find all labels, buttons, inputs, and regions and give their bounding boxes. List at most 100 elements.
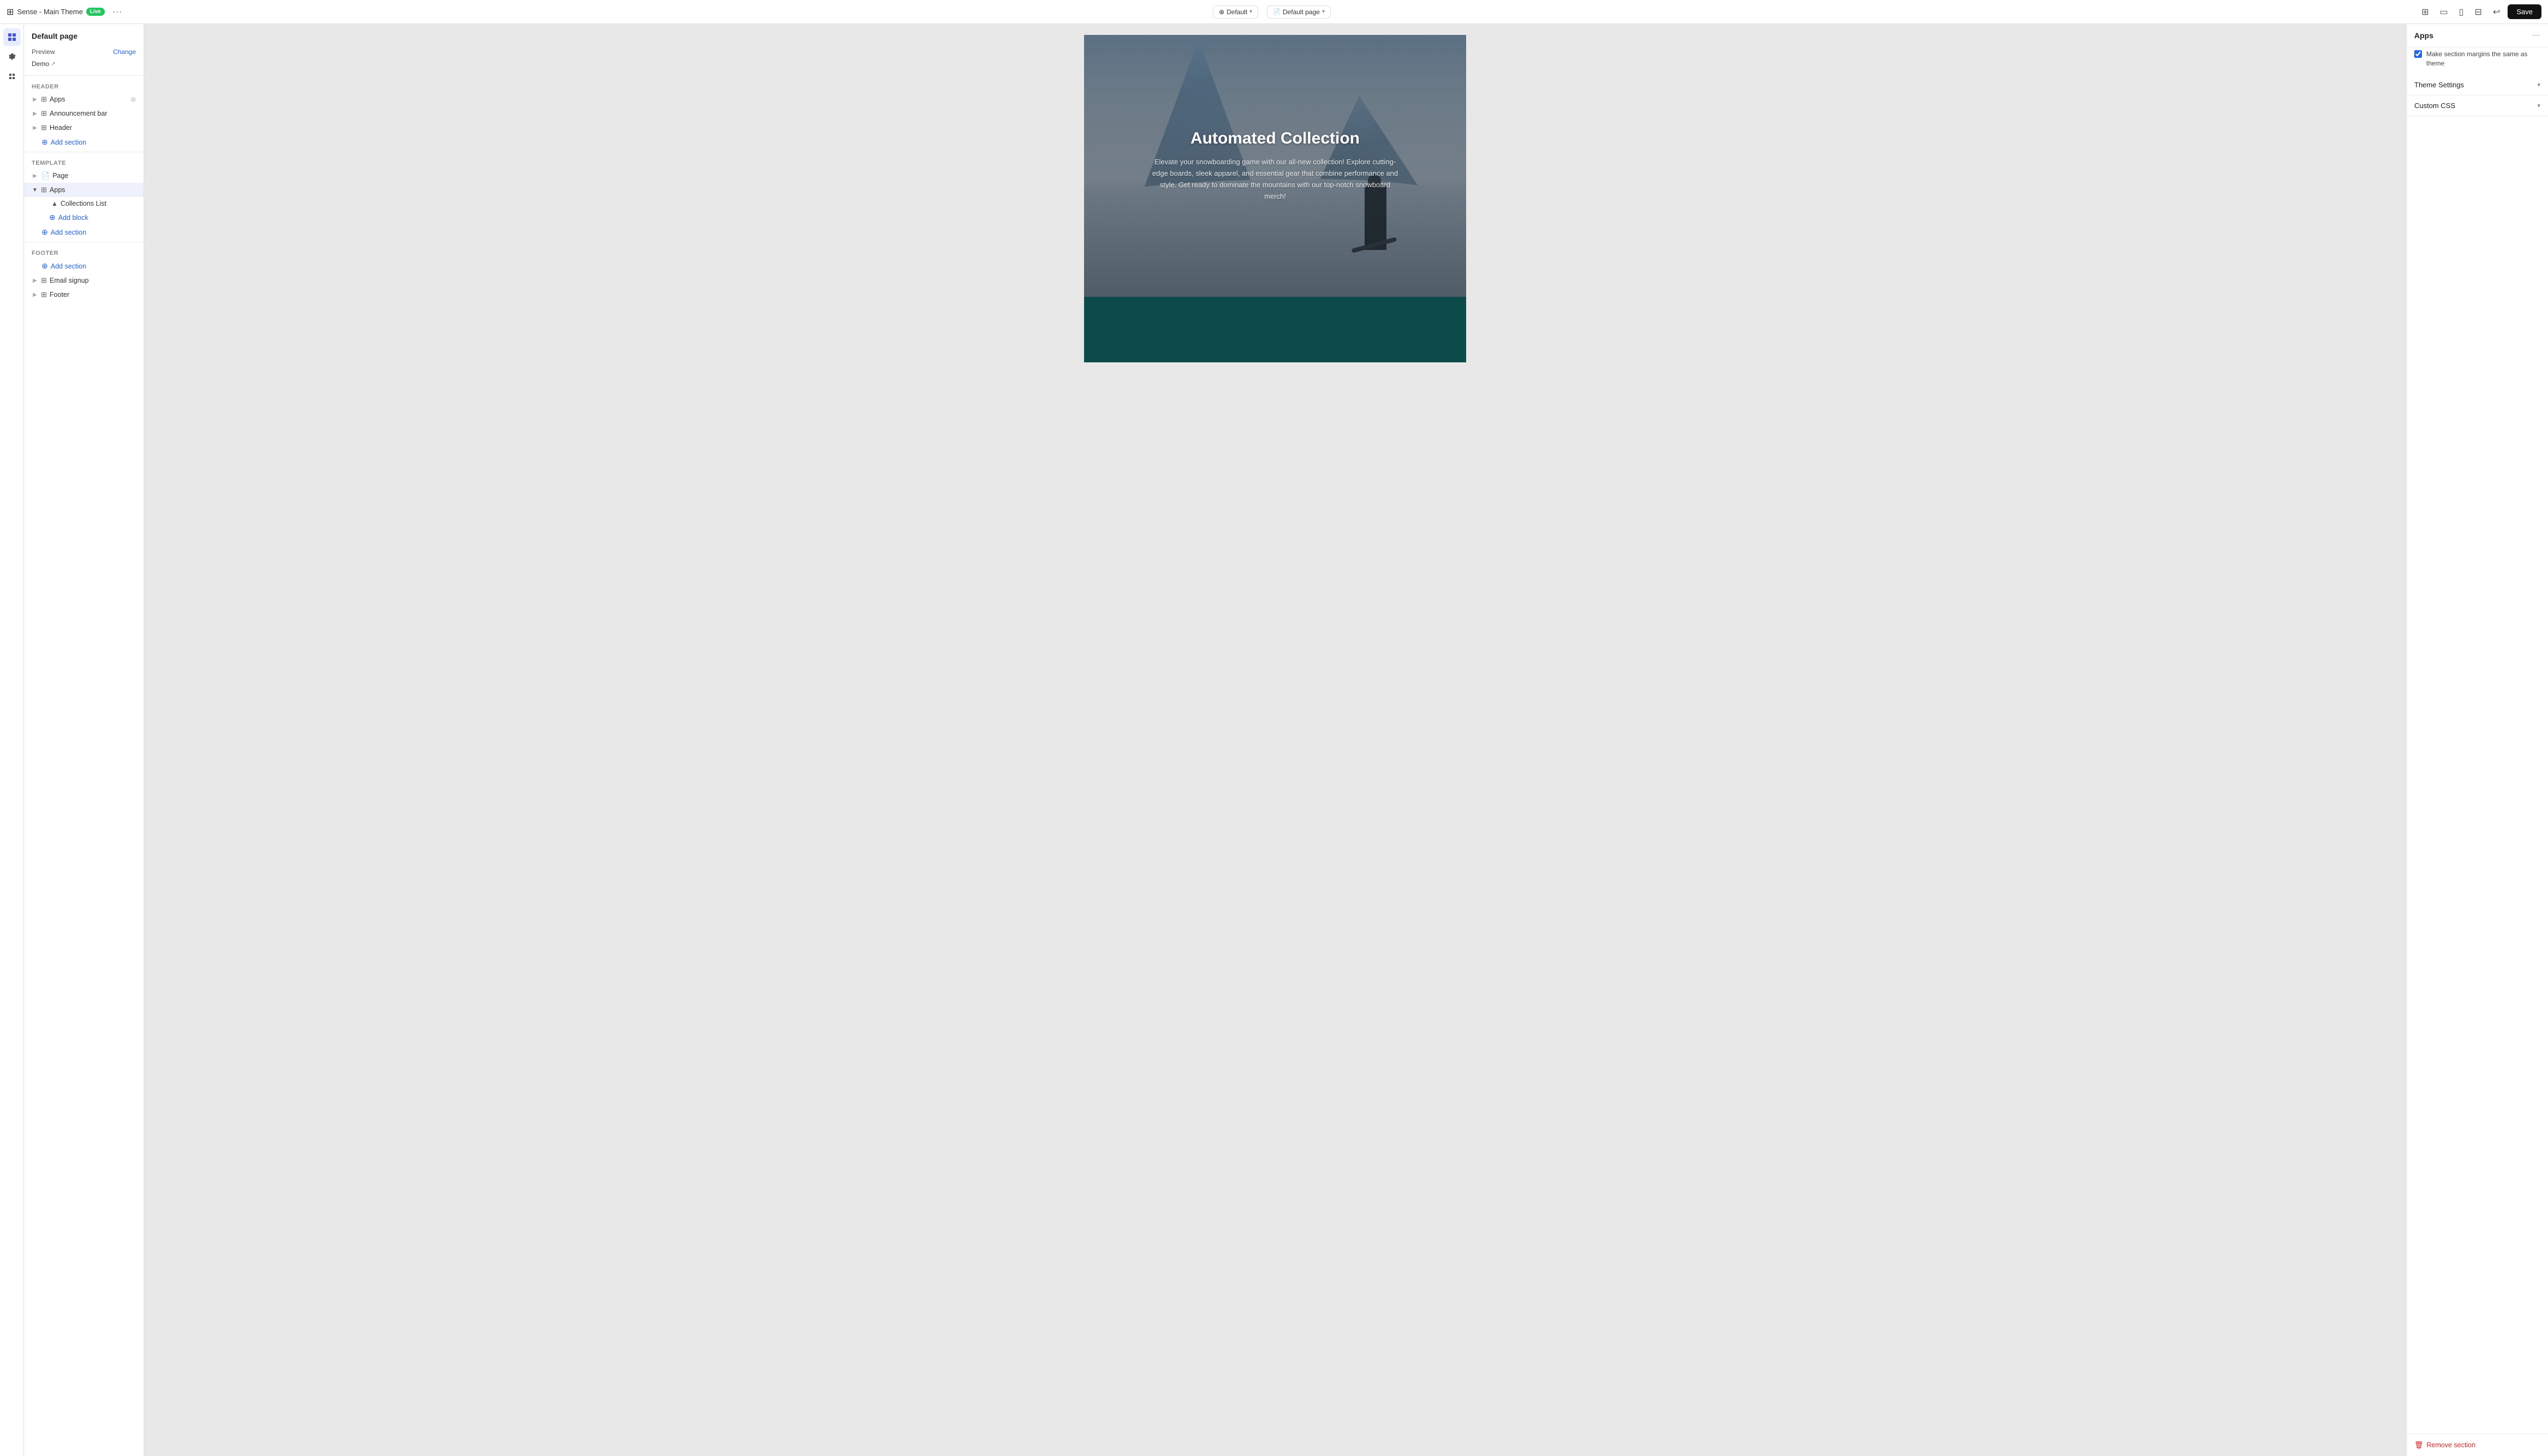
chevron-right-icon-3: ▶ bbox=[32, 125, 38, 131]
collections-icon: ▲ bbox=[51, 200, 58, 207]
add-block-label: Add block bbox=[58, 214, 88, 222]
default-label: Default bbox=[1227, 8, 1247, 16]
default-page-label: Default page bbox=[1283, 8, 1320, 16]
topbar: ⊞ Sense - Main Theme Live ··· ⊕ Default … bbox=[0, 0, 2548, 24]
footer-icon: ⊞ bbox=[41, 290, 47, 299]
icon-sidebar bbox=[0, 24, 24, 1456]
mobile-view-button[interactable]: ▯ bbox=[2456, 4, 2467, 20]
sections-nav-button[interactable] bbox=[3, 28, 21, 46]
custom-css-section: Custom CSS ▾ bbox=[2407, 96, 2548, 116]
page-icon: 📄 bbox=[41, 171, 50, 180]
margin-checkbox-label: Make section margins the same as theme bbox=[2426, 50, 2540, 68]
apps-header-action-icon: ⊘ bbox=[130, 96, 136, 103]
right-panel-more-button[interactable]: ··· bbox=[2532, 31, 2540, 40]
right-panel: Apps ··· Make section margins the same a… bbox=[2406, 24, 2548, 1456]
theme-settings-section: Theme Settings ▾ bbox=[2407, 75, 2548, 96]
page-title: Default page bbox=[32, 32, 136, 40]
brand-name: Sense - Main Theme bbox=[17, 8, 82, 16]
page-frame: Automated Collection Elevate your snowbo… bbox=[1084, 35, 1466, 362]
chevron-down-icon: ▼ bbox=[32, 187, 38, 193]
template-section-label: Template bbox=[24, 154, 144, 169]
theme-settings-label: Theme Settings bbox=[2414, 81, 2464, 89]
chevron-right-icon-5: ▶ bbox=[32, 278, 38, 284]
page-item[interactable]: ▶ 📄 Page bbox=[24, 169, 144, 183]
apps-header-label: Apps bbox=[50, 96, 128, 103]
apps-template-label: Apps bbox=[50, 186, 136, 194]
chevron-right-icon: ▶ bbox=[32, 97, 38, 103]
hero-description: Elevate your snowboarding game with our … bbox=[1150, 157, 1401, 202]
hero-title: Automated Collection bbox=[1190, 129, 1360, 148]
split-view-button[interactable]: ⊟ bbox=[2472, 4, 2485, 20]
trash-icon: 🗑 bbox=[2414, 1441, 2424, 1449]
header-item-label: Header bbox=[50, 124, 136, 132]
demo-label: Demo bbox=[32, 60, 49, 68]
undo-button[interactable]: ↩ bbox=[2490, 4, 2503, 20]
save-button[interactable]: Save bbox=[2508, 4, 2541, 19]
custom-css-header[interactable]: Custom CSS ▾ bbox=[2407, 96, 2548, 116]
margin-checkbox[interactable] bbox=[2414, 50, 2422, 58]
demo-link[interactable]: Demo ↗ bbox=[32, 60, 55, 68]
add-section-footer-label: Add section bbox=[51, 262, 86, 270]
apps-nav-button[interactable] bbox=[3, 68, 21, 85]
right-panel-title: Apps bbox=[2414, 31, 2433, 40]
chevron-right-icon-4: ▶ bbox=[32, 173, 38, 179]
header-icon: ⊞ bbox=[41, 123, 47, 132]
apps-header-item[interactable]: ▶ ⊞ Apps ⊘ bbox=[24, 92, 144, 106]
collections-list-container: ▲ Collections List bbox=[24, 197, 144, 210]
add-section-footer-button[interactable]: ⊕ Add section bbox=[24, 259, 144, 273]
preview-label: Preview bbox=[32, 48, 55, 56]
page-item-label: Page bbox=[52, 172, 136, 180]
apps-template-item[interactable]: ▼ ⊞ Apps bbox=[24, 183, 144, 197]
custom-css-chevron-icon: ▾ bbox=[2537, 102, 2540, 109]
canvas-inner: Automated Collection Elevate your snowbo… bbox=[1084, 35, 1466, 1445]
email-signup-icon: ⊞ bbox=[41, 276, 47, 285]
announcement-bar-item[interactable]: ▶ ⊞ Announcement bar bbox=[24, 106, 144, 121]
email-signup-label: Email signup bbox=[50, 277, 136, 284]
hero-text-container: Automated Collection Elevate your snowbo… bbox=[1084, 35, 1466, 297]
announcement-bar-label: Announcement bar bbox=[50, 110, 136, 117]
add-section-template-button[interactable]: ⊕ Add section bbox=[24, 225, 144, 240]
default-select[interactable]: ⊕ Default ▾ bbox=[1213, 5, 1258, 19]
remove-section-label: Remove section bbox=[2427, 1441, 2476, 1449]
header-item[interactable]: ▶ ⊞ Header bbox=[24, 121, 144, 135]
custom-css-label: Custom CSS bbox=[2414, 102, 2455, 110]
topbar-more-button[interactable]: ··· bbox=[109, 5, 126, 19]
header-section-label: Header bbox=[24, 78, 144, 92]
collections-list-item[interactable]: ▲ Collections List bbox=[39, 197, 144, 210]
desktop-view-button[interactable]: ⊞ bbox=[2418, 4, 2432, 20]
live-badge: Live bbox=[86, 8, 105, 16]
preview-row: Preview Change bbox=[24, 45, 144, 59]
settings-nav-button[interactable] bbox=[3, 48, 21, 65]
footer-item-label: Footer bbox=[50, 291, 136, 299]
plus-icon-4: ⊕ bbox=[41, 261, 48, 271]
plus-icon-3: ⊕ bbox=[41, 228, 48, 237]
canvas-area: Automated Collection Elevate your snowbo… bbox=[144, 24, 2406, 1456]
add-section-header-label: Add section bbox=[51, 139, 86, 146]
preview-change-button[interactable]: Change bbox=[113, 48, 136, 56]
theme-settings-header[interactable]: Theme Settings ▾ bbox=[2407, 75, 2548, 95]
email-signup-item[interactable]: ▶ ⊞ Email signup bbox=[24, 273, 144, 288]
add-section-template-label: Add section bbox=[51, 229, 86, 236]
announcement-icon: ⊞ bbox=[41, 109, 47, 118]
topbar-left: ⊞ Sense - Main Theme Live ··· bbox=[7, 5, 126, 19]
remove-section-button[interactable]: 🗑 Remove section bbox=[2414, 1441, 2475, 1449]
footer-section-label: Footer bbox=[24, 244, 144, 259]
apps-template-icon: ⊞ bbox=[41, 186, 47, 194]
main-layout: Default page Preview Change Demo ↗ Heade… bbox=[0, 24, 2548, 1456]
default-page-select[interactable]: 📄 Default page ▾ bbox=[1267, 5, 1331, 19]
topbar-center: ⊕ Default ▾ 📄 Default page ▾ bbox=[1213, 5, 1331, 19]
external-link-icon: ↗ bbox=[51, 61, 55, 67]
teal-section bbox=[1084, 297, 1466, 362]
left-panel: Default page Preview Change Demo ↗ Heade… bbox=[24, 24, 144, 1456]
hero-section: Automated Collection Elevate your snowbo… bbox=[1084, 35, 1466, 297]
add-block-button[interactable]: ⊕ Add block bbox=[24, 210, 144, 225]
margin-checkbox-row: Make section margins the same as theme bbox=[2407, 47, 2548, 75]
add-section-header-button[interactable]: ⊕ Add section bbox=[24, 135, 144, 150]
brand-title: ⊞ Sense - Main Theme Live bbox=[7, 7, 105, 17]
plus-icon-2: ⊕ bbox=[49, 213, 56, 222]
chevron-right-icon-6: ▶ bbox=[32, 292, 38, 298]
footer-item[interactable]: ▶ ⊞ Footer bbox=[24, 288, 144, 302]
apps-header-icon: ⊞ bbox=[41, 95, 47, 104]
tablet-view-button[interactable]: ▭ bbox=[2437, 4, 2451, 20]
plus-icon-1: ⊕ bbox=[41, 138, 48, 147]
